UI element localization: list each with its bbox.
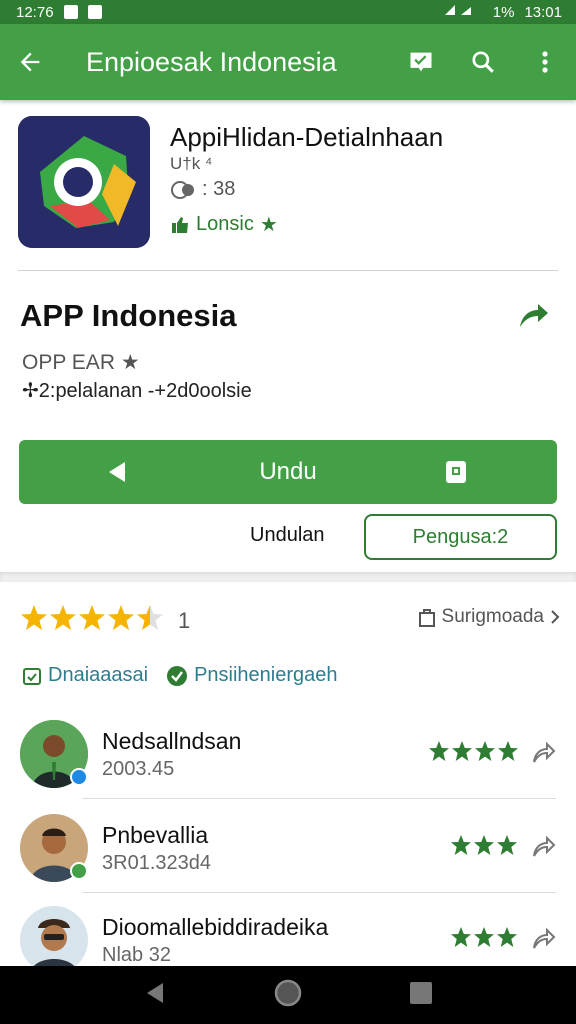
- back-button[interactable]: [0, 24, 60, 100]
- review-stars: [428, 740, 520, 764]
- rating-stars: [20, 602, 170, 634]
- star-icon: [475, 741, 495, 761]
- app-rating-text: : 38: [202, 178, 236, 200]
- license-label: Lonsic: [196, 213, 254, 235]
- notification-icon: [63, 5, 78, 19]
- reviewer-name: Nedsallndsan: [102, 728, 242, 754]
- calendar-icon: [23, 667, 41, 685]
- app-logo[interactable]: [18, 116, 150, 248]
- globe-icon: [171, 180, 194, 199]
- more-vert-icon: [542, 51, 548, 73]
- app-rating-line: : 38: [170, 178, 235, 201]
- search-icon: [472, 51, 494, 73]
- section-separator: [0, 572, 576, 582]
- star-icon: [429, 741, 449, 761]
- more-menu-button[interactable]: [514, 24, 576, 100]
- review-stars: [450, 834, 520, 858]
- system-nav-bar: [0, 966, 576, 1024]
- share-icon: [533, 927, 556, 949]
- share-button[interactable]: [510, 296, 556, 336]
- thumbs-up-icon: [172, 216, 188, 233]
- share-icon: [533, 741, 556, 763]
- page-title: Enpioesak Indonesia: [86, 46, 337, 77]
- review-item[interactable]: Nedsallndsan 2003.45: [20, 720, 556, 800]
- play-left-icon: [109, 462, 125, 482]
- reviewer-name: Pnbevallia: [102, 822, 209, 848]
- app-name: AppiHlidan-Detialnhaan: [170, 122, 444, 152]
- arrow-left-icon: [20, 52, 40, 72]
- star-icon: [452, 741, 472, 761]
- app-license: Lonsic ★: [170, 212, 278, 237]
- install-button[interactable]: Undu: [19, 440, 557, 504]
- star-icon: [451, 927, 471, 947]
- app-downloads: ✢2:pelalanan -+2d0oolsie: [22, 380, 252, 402]
- divider: [82, 798, 556, 799]
- review-share-button[interactable]: [530, 740, 556, 766]
- app-header: AppiHlidan-Detialnhaan U†k ⁴ : 38 Lonsic…: [18, 116, 558, 256]
- app-title: APP Indonesia: [20, 298, 237, 333]
- status-bar: 12:76 1% 13:01: [0, 0, 576, 24]
- bookmark-icon: [446, 461, 466, 483]
- share-arrow-icon: [520, 304, 548, 327]
- review-date: Nlab 32: [102, 944, 171, 966]
- bag-icon: [418, 609, 435, 627]
- reviewer-name: Dioomallebiddiradeika: [102, 914, 329, 940]
- star-icon: [474, 927, 494, 947]
- star-icon: [474, 835, 494, 855]
- nav-back-icon: [147, 982, 163, 1003]
- divider: [18, 270, 558, 271]
- tags-row: Dnaiaaasai Pnsiiheniergaeh: [22, 664, 338, 687]
- notification-icon: [87, 5, 102, 19]
- star-icon: [497, 927, 517, 947]
- review-date: 3R01.323d4: [102, 852, 211, 874]
- app-developer: U†k ⁴: [170, 154, 213, 173]
- status-clock: 13:01: [524, 3, 562, 21]
- star-icon: [21, 605, 47, 630]
- rating-count: 1: [178, 608, 191, 633]
- star-icon: [498, 741, 518, 761]
- tag-label: Dnaiaaasai: [48, 664, 149, 686]
- avatar: [20, 906, 88, 974]
- app-category: OPP EAR ★: [22, 351, 140, 374]
- half-star-icon: [137, 605, 163, 630]
- tag-chip[interactable]: Pnsiiheniergaeh: [166, 664, 338, 687]
- divider: [82, 892, 556, 893]
- star-icon: [79, 605, 105, 630]
- star-icon: [108, 605, 134, 630]
- star-icon: [451, 835, 471, 855]
- install-label: Undu: [259, 458, 317, 485]
- review-date: 2003.45: [102, 758, 175, 780]
- star-icon: [497, 835, 517, 855]
- nav-recents-icon: [410, 981, 432, 1004]
- star-icon: ★: [259, 214, 278, 236]
- star-icon: [50, 605, 76, 630]
- app-bar: Enpioesak Indonesia: [0, 24, 576, 100]
- tag-label: Pnsiiheniergaeh: [194, 664, 338, 686]
- summary-link[interactable]: Surigmoada: [418, 606, 560, 628]
- review-item[interactable]: Pnbevallia 3R01.323d4: [20, 814, 556, 894]
- download-link[interactable]: Undulan: [250, 524, 325, 547]
- tag-chip[interactable]: Dnaiaaasai: [22, 664, 148, 687]
- review-share-button[interactable]: [530, 926, 556, 952]
- status-time: 12:76: [16, 3, 54, 21]
- verified-badge-icon: [70, 862, 88, 880]
- verified-badge-icon: [70, 768, 88, 786]
- nav-recents-button[interactable]: [409, 981, 433, 1010]
- update-button[interactable]: Pengusa:2: [364, 514, 557, 560]
- badge-icon: [167, 665, 188, 686]
- summary-label: Surigmoada: [441, 606, 544, 627]
- nav-back-button[interactable]: [143, 980, 167, 1011]
- chevron-right-icon: [551, 610, 560, 624]
- review-stars: [450, 926, 520, 950]
- search-button[interactable]: [452, 24, 514, 100]
- nav-home-icon: [274, 979, 302, 1006]
- signal-icon: [443, 3, 483, 21]
- nav-home-button[interactable]: [273, 978, 303, 1013]
- battery-text: 1%: [492, 3, 515, 21]
- message-button[interactable]: [390, 24, 452, 100]
- rating-summary: 1 Surigmoada: [20, 602, 560, 638]
- message-icon: [410, 52, 432, 72]
- review-share-button[interactable]: [530, 834, 556, 860]
- share-icon: [533, 835, 556, 857]
